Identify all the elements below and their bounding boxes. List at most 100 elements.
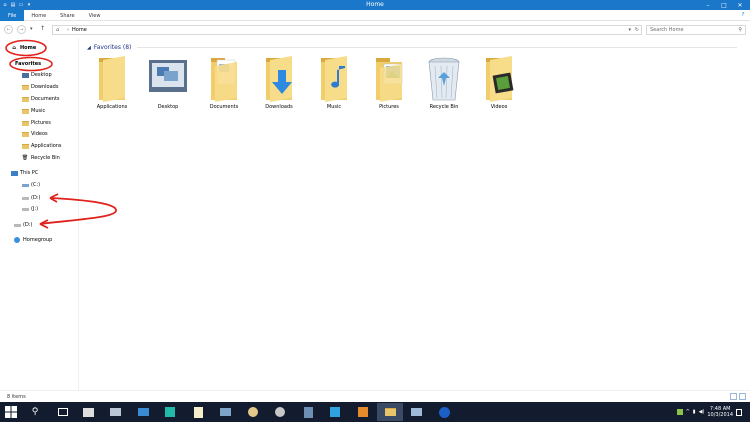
address-dropdown-icon[interactable]: ▾	[628, 27, 631, 33]
tab-view[interactable]: View	[82, 10, 108, 21]
back-button[interactable]: ←	[4, 25, 13, 34]
refresh-icon[interactable]: ↻	[635, 27, 639, 33]
nav-item-music[interactable]: Music	[21, 106, 45, 116]
nav-homegroup[interactable]: Homegroup	[13, 235, 52, 245]
nav-this-pc[interactable]: This PC	[10, 168, 38, 178]
nav-item-label: Desktop	[31, 72, 52, 78]
address-bar[interactable]: ⌂ › Home ▾ ↻	[52, 25, 642, 35]
drive-icon	[21, 194, 29, 202]
task-view-icon[interactable]	[55, 404, 71, 420]
app-file-explorer-icon[interactable]	[377, 403, 403, 421]
nav-item-downloads[interactable]: Downloads	[21, 82, 58, 92]
nav-item-pictures[interactable]: Pictures	[21, 118, 51, 128]
nav-homegroup-label: Homegroup	[23, 237, 53, 243]
clock-date: 10/3/2014	[707, 412, 733, 418]
app-network-icon[interactable]	[162, 404, 178, 420]
clock[interactable]: 7:48 AM 10/3/2014	[707, 406, 733, 418]
tile-pictures[interactable]: Pictures	[362, 54, 416, 112]
app-paint-icon[interactable]	[245, 404, 261, 420]
desktop-icon	[149, 60, 187, 92]
tile-label: Documents	[209, 104, 239, 110]
app-desktop-icon[interactable]	[408, 404, 424, 420]
ribbon-tabs: File Home Share View ?	[0, 10, 750, 21]
minimize-button[interactable]: –	[700, 0, 716, 10]
action-center-icon[interactable]	[736, 408, 742, 416]
tile-recycle-bin[interactable]: Recycle Bin	[417, 54, 471, 112]
collapse-chevron-icon[interactable]: ◢	[87, 45, 91, 51]
drive-icon	[13, 221, 21, 229]
applications-folder-icon	[99, 56, 125, 102]
drive-icon	[21, 205, 29, 213]
recycle-bin-icon: 🗑	[21, 155, 29, 161]
arrow-up-icon: ↑	[40, 25, 46, 32]
start-button[interactable]	[3, 404, 19, 420]
app-monitor-icon[interactable]	[135, 404, 151, 420]
tile-desktop[interactable]: Desktop	[141, 54, 195, 112]
network-icon[interactable]: ▮	[693, 409, 696, 415]
breadcrumb-chevron-icon[interactable]: ›	[67, 27, 69, 33]
videos-folder-icon	[21, 130, 29, 138]
nav-drive-label: (C:)	[31, 182, 41, 188]
tray-app-icon[interactable]	[676, 409, 683, 415]
file-explorer-window: ⌂ ▤ ▭ ▾ Home – □ ✕ File Home Share View …	[0, 0, 750, 422]
nav-item-label: Videos	[31, 131, 48, 137]
tile-label: Downloads	[265, 104, 293, 110]
maximize-button[interactable]: □	[716, 0, 732, 10]
details-view-icon[interactable]	[730, 393, 737, 400]
nav-item-videos[interactable]: Videos	[21, 129, 48, 139]
tile-music[interactable]: Music	[307, 54, 361, 112]
app-remote-desktop-icon[interactable]	[217, 404, 233, 420]
tile-documents[interactable]: Documents	[197, 54, 251, 112]
tab-home[interactable]: Home	[24, 10, 53, 21]
home-location-icon: ⌂	[56, 27, 60, 33]
app-photos-icon[interactable]	[355, 404, 371, 420]
favorites-group-header[interactable]: ◢ Favorites (8)	[87, 44, 737, 51]
volume-icon[interactable]: ◀)	[699, 409, 705, 415]
windows-logo-icon	[5, 406, 17, 418]
nav-drive-c[interactable]: (C:)	[21, 180, 40, 190]
app-computer-icon[interactable]	[107, 404, 123, 420]
tile-label: Desktop	[157, 104, 179, 110]
nav-item-desktop[interactable]: Desktop	[21, 70, 52, 80]
app-media-icon[interactable]	[327, 404, 343, 420]
nav-item-recycle-bin[interactable]: 🗑 Recycle Bin	[21, 153, 60, 163]
title-bar[interactable]: ⌂ ▤ ▭ ▾ Home – □ ✕	[0, 0, 750, 10]
content-pane: ◢ Favorites (8) Applications Desktop Doc…	[80, 38, 750, 390]
taskbar: ⚲ ^ ▮ ◀) 7:48 AM 10/3/2014	[0, 402, 750, 422]
breadcrumb-home[interactable]: Home	[72, 27, 87, 33]
tile-videos[interactable]: Videos	[472, 54, 526, 112]
tile-label: Applications	[96, 104, 128, 110]
tab-file[interactable]: File	[0, 10, 25, 21]
help-icon[interactable]: ?	[740, 12, 746, 18]
tile-applications[interactable]: Applications	[85, 54, 139, 112]
music-folder-icon	[321, 56, 347, 102]
large-icons-view-icon[interactable]	[739, 393, 746, 400]
homegroup-icon	[13, 236, 21, 244]
search-input[interactable]: Search Home ⚲	[646, 25, 746, 35]
nav-drive-d[interactable]: (D:)	[21, 193, 40, 203]
app-users-icon[interactable]	[272, 404, 288, 420]
tab-share[interactable]: Share	[53, 10, 81, 21]
nav-drive-j[interactable]: (J:)	[21, 204, 38, 214]
nav-root-drive-d[interactable]: (D:)	[13, 220, 32, 230]
forward-button[interactable]: →	[17, 25, 26, 34]
computer-icon	[10, 169, 18, 177]
windows-drive-icon	[21, 181, 29, 189]
search-taskbar-button[interactable]: ⚲	[27, 404, 43, 420]
nav-item-applications[interactable]: Applications	[21, 141, 62, 151]
tile-downloads[interactable]: Downloads	[252, 54, 306, 112]
search-icon[interactable]: ⚲	[738, 27, 742, 33]
tray-chevron-icon[interactable]: ^	[686, 409, 690, 415]
nav-favorites[interactable]: Favorites	[15, 59, 41, 69]
nav-item-documents[interactable]: Documents	[21, 94, 60, 104]
tile-label: Recycle Bin	[429, 104, 459, 110]
app-clapper-icon[interactable]	[80, 404, 96, 420]
app-notepad-icon[interactable]	[190, 404, 206, 420]
close-button[interactable]: ✕	[732, 0, 748, 10]
app-browser-icon[interactable]	[436, 404, 452, 420]
nav-drive-label: (D:)	[31, 195, 41, 201]
recent-locations-chevron-icon[interactable]: ▾	[30, 26, 33, 32]
nav-home[interactable]: ⌂ Home	[10, 43, 36, 53]
up-button[interactable]: ↑	[40, 25, 45, 32]
app-calculator-icon[interactable]	[300, 404, 316, 420]
